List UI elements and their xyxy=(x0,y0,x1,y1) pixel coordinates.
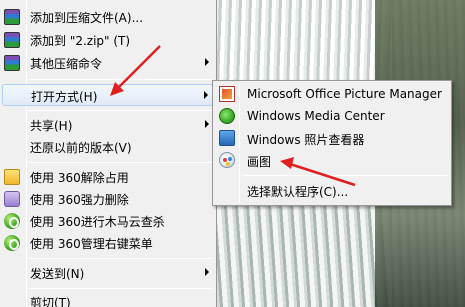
submenu-item-label: Microsoft Office Picture Manager xyxy=(247,87,442,101)
open-with-submenu: Microsoft Office Picture Manager Windows… xyxy=(212,80,452,206)
menu-item-label: 还原以前的版本(V) xyxy=(30,141,132,155)
submenu-arrow-icon xyxy=(205,120,209,128)
submenu-item-media-center[interactable]: Windows Media Center xyxy=(215,105,449,127)
menu-item-cut[interactable]: 剪切(T) xyxy=(2,291,213,307)
menu-item-360-manage-menu[interactable]: 使用 360管理右键菜单 xyxy=(2,232,213,254)
unlock-icon xyxy=(4,169,20,185)
submenu-item-choose-default[interactable]: 选择默认程序(C)... xyxy=(215,179,449,201)
menu-item-open-with[interactable]: 打开方式(H) xyxy=(2,84,213,106)
submenu-arrow-icon xyxy=(205,268,209,276)
menu-item-add-to-archive[interactable]: 添加到压缩文件(A)... xyxy=(2,6,213,28)
menu-item-label: 添加到 "2.zip" (T) xyxy=(30,34,131,48)
menu-item-360-trojan-scan[interactable]: 使用 360进行木马云查杀 xyxy=(2,210,213,232)
menu-item-label: 使用 360解除占用 xyxy=(30,171,129,185)
menu-item-label: 发送到(N) xyxy=(30,267,85,281)
wallpaper-waterfall-bottom xyxy=(212,206,392,307)
winrar-icon xyxy=(4,55,20,71)
submenu-separator xyxy=(243,175,447,176)
submenu-item-label: 选择默认程序(C)... xyxy=(247,185,349,199)
menu-item-label: 其他压缩命令 xyxy=(30,57,103,71)
menu-item-label: 打开方式(H) xyxy=(31,90,98,104)
context-menu: 添加到压缩文件(A)... 添加到 "2.zip" (T) 其他压缩命令 打开方… xyxy=(0,0,217,307)
submenu-item-label: Windows 照片查看器 xyxy=(247,133,365,147)
menu-separator xyxy=(28,79,213,80)
menu-item-360-force-delete[interactable]: 使用 360强力删除 xyxy=(2,188,213,210)
submenu-item-label: 画图 xyxy=(247,155,272,169)
wallpaper-waterfall-top xyxy=(212,0,392,82)
menu-item-share[interactable]: 共享(H) xyxy=(2,114,213,136)
submenu-item-paint[interactable]: 画图 xyxy=(215,149,449,171)
submenu-arrow-icon xyxy=(204,91,208,99)
shred-icon xyxy=(4,191,20,207)
submenu-item-photo-viewer[interactable]: Windows 照片查看器 xyxy=(215,127,449,149)
paint-icon xyxy=(219,152,235,168)
menu-separator xyxy=(28,288,213,289)
menu-item-add-to-zip[interactable]: 添加到 "2.zip" (T) xyxy=(2,29,213,51)
submenu-arrow-icon xyxy=(205,58,209,66)
menu-item-label: 使用 360进行木马云查杀 xyxy=(30,215,165,229)
submenu-item-label: Windows Media Center xyxy=(247,109,385,123)
menu-item-label: 共享(H) xyxy=(30,119,73,133)
photo-viewer-icon xyxy=(219,130,235,146)
menu-item-other-compress[interactable]: 其他压缩命令 xyxy=(2,52,213,74)
menu-item-label: 使用 360管理右键菜单 xyxy=(30,237,153,251)
menu-item-send-to[interactable]: 发送到(N) xyxy=(2,262,213,284)
menu-item-restore-previous[interactable]: 还原以前的版本(V) xyxy=(2,136,213,158)
360-icon xyxy=(4,235,20,251)
menu-item-label: 使用 360强力删除 xyxy=(30,193,129,207)
picture-manager-icon xyxy=(219,86,235,102)
media-center-icon xyxy=(219,108,235,124)
winrar-icon xyxy=(4,32,20,48)
menu-separator xyxy=(28,258,213,259)
menu-item-label: 剪切(T) xyxy=(30,296,71,307)
menu-separator xyxy=(28,162,213,163)
submenu-item-picture-manager[interactable]: Microsoft Office Picture Manager xyxy=(215,83,449,105)
menu-separator xyxy=(28,110,213,111)
360-icon xyxy=(4,213,20,229)
winrar-icon xyxy=(4,9,20,25)
menu-item-360-unlock[interactable]: 使用 360解除占用 xyxy=(2,166,213,188)
menu-item-label: 添加到压缩文件(A)... xyxy=(30,11,144,25)
